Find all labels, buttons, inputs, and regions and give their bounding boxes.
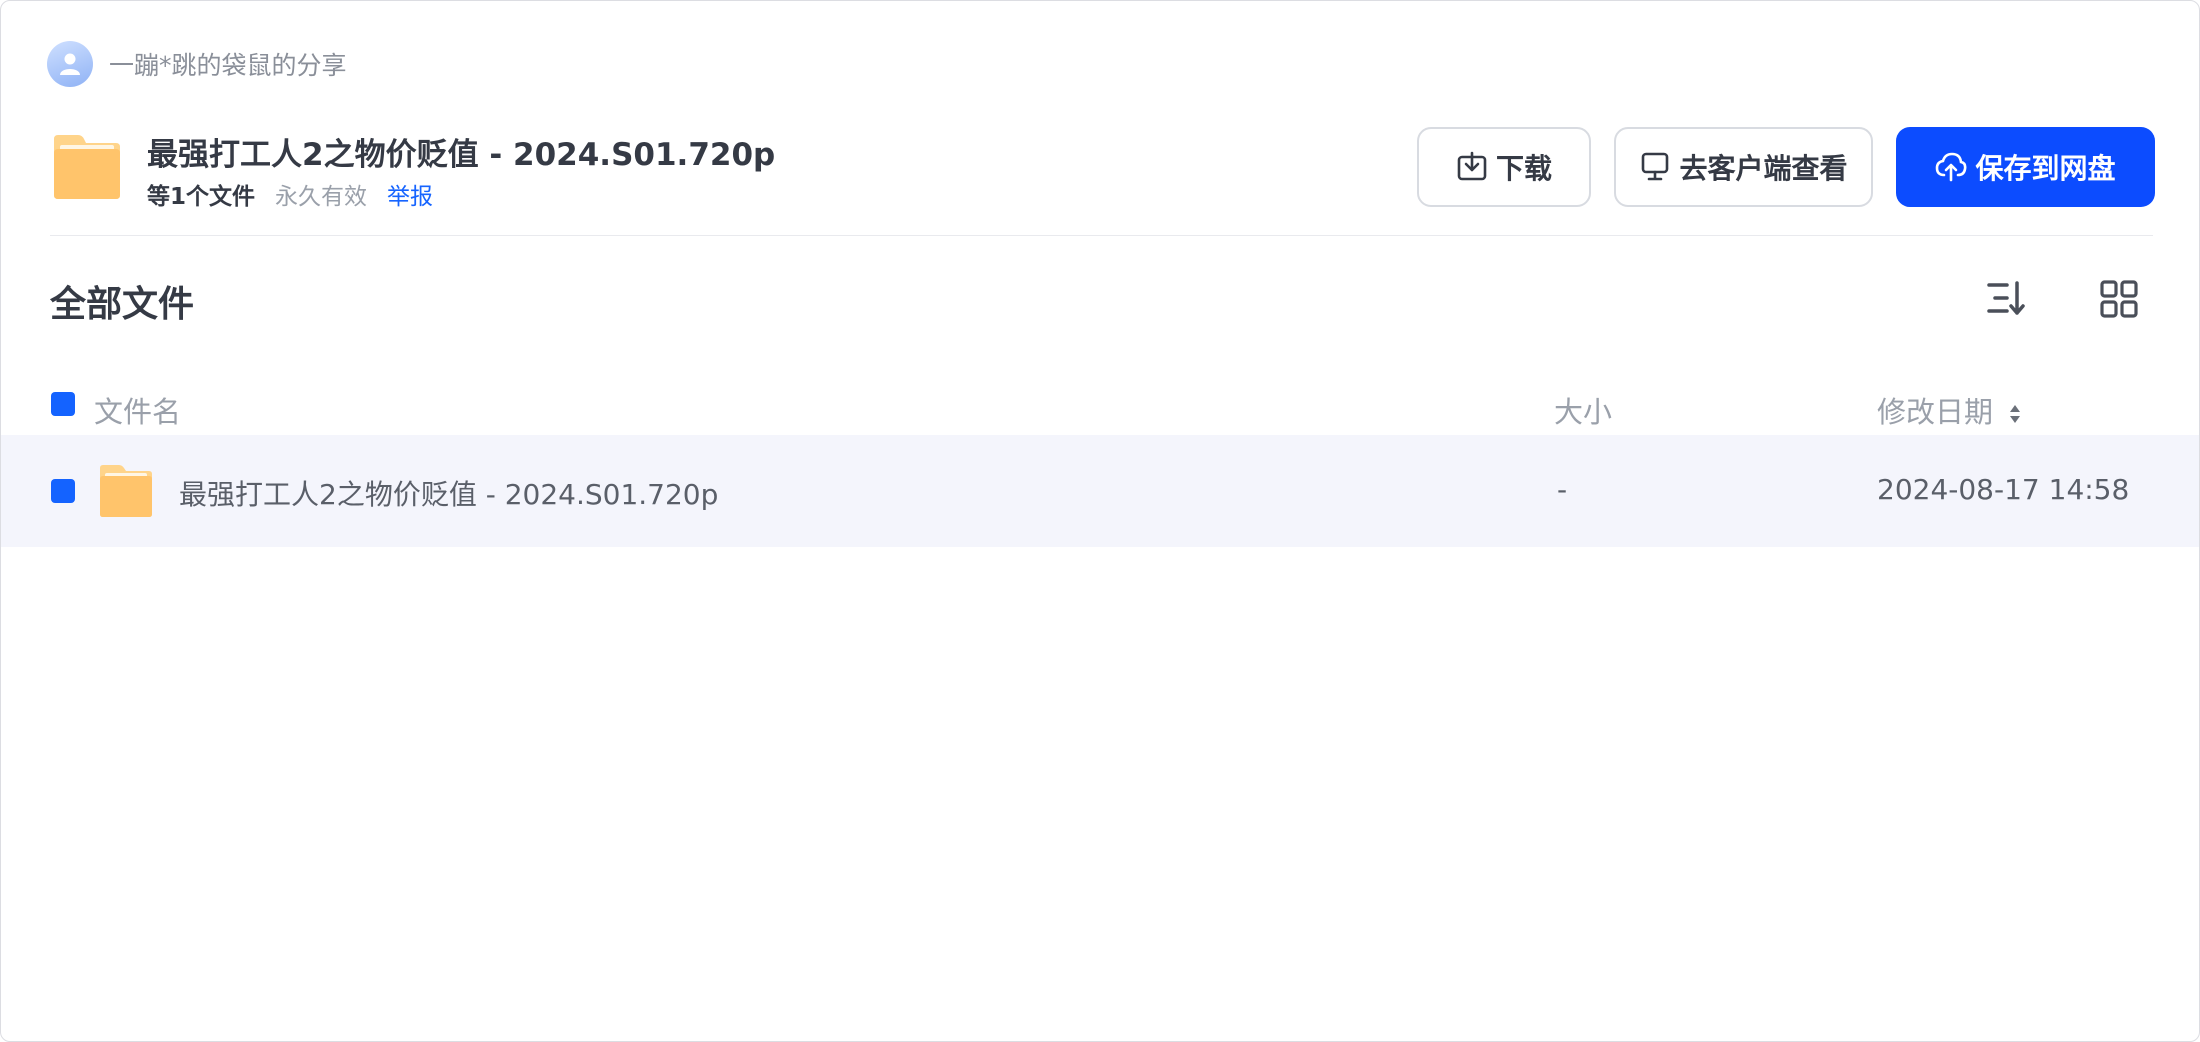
table-header: 文件名 大小 修改日期 — [1, 377, 2199, 433]
column-modified-label: 修改日期 — [1877, 395, 1994, 429]
share-title: 最强打工人2之物价贬值 - 2024.S01.720p — [147, 137, 776, 173]
column-modified-header[interactable]: 修改日期 — [1877, 389, 2022, 431]
grid-view-icon[interactable] — [2099, 279, 2139, 319]
select-all-checkbox[interactable] — [51, 392, 75, 416]
folder-icon — [54, 135, 120, 199]
share-meta: 等1个文件 永久有效 举报 — [147, 177, 433, 211]
avatar — [47, 41, 93, 87]
download-icon — [1456, 151, 1488, 183]
save-to-cloud-button[interactable]: 保存到网盘 — [1896, 127, 2155, 207]
folder-icon — [100, 465, 152, 517]
monitor-icon — [1639, 151, 1671, 183]
file-name[interactable]: 最强打工人2之物价贬值 - 2024.S01.720p — [179, 473, 718, 513]
share-page: 一蹦*跳的袋鼠的分享 最强打工人2之物价贬值 - 2024.S01.720p 等… — [0, 0, 2200, 1042]
save-to-cloud-label: 保存到网盘 — [1975, 152, 2116, 185]
column-name-header[interactable]: 文件名 — [94, 389, 181, 431]
download-button[interactable]: 下载 — [1417, 127, 1591, 207]
column-size-header[interactable]: 大小 — [1554, 389, 1612, 431]
sharer-info: 一蹦*跳的袋鼠的分享 — [47, 41, 347, 87]
file-modified: 2024-08-17 14:58 — [1877, 473, 2130, 506]
download-label: 下载 — [1495, 152, 1552, 185]
sort-icon[interactable] — [1987, 279, 2027, 317]
sharer-name: 一蹦*跳的袋鼠的分享 — [109, 51, 347, 80]
sort-arrows-icon — [2010, 405, 2021, 423]
row-checkbox[interactable] — [51, 479, 75, 503]
open-client-label: 去客户端查看 — [1679, 152, 1848, 185]
user-icon — [60, 53, 80, 75]
open-client-button[interactable]: 去客户端查看 — [1614, 127, 1873, 207]
table-row[interactable]: 最强打工人2之物价贬值 - 2024.S01.720p - 2024-08-17… — [1, 435, 2199, 547]
cloud-upload-icon — [1935, 151, 1967, 183]
validity: 永久有效 — [275, 184, 368, 210]
report-link[interactable]: 举报 — [387, 177, 433, 211]
divider — [50, 235, 2153, 236]
section-title: 全部文件 — [50, 284, 195, 325]
file-count: 等1个文件 — [147, 184, 256, 210]
file-size: - — [1557, 473, 1568, 506]
